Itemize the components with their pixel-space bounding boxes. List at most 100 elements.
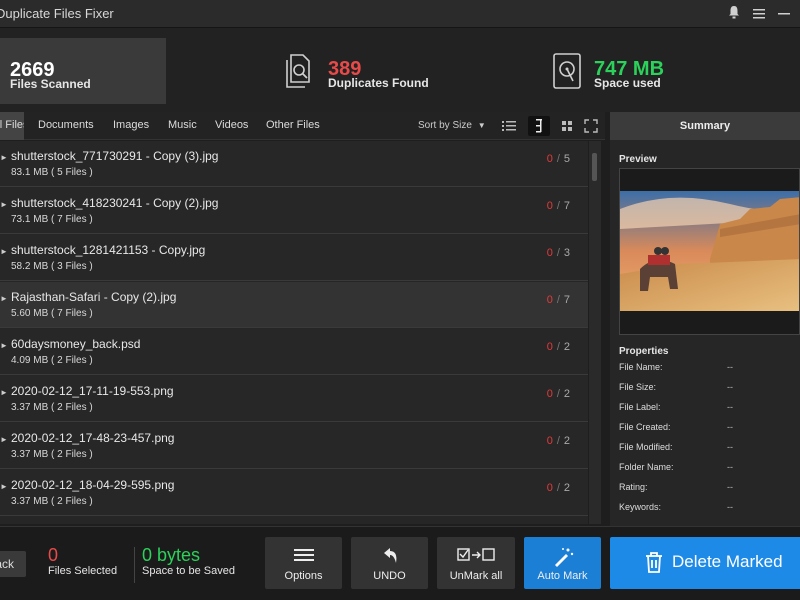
expand-arrow-icon[interactable]: ► <box>0 435 8 444</box>
unmark-all-button[interactable]: UnMark all <box>437 537 515 589</box>
property-value: -- <box>727 502 733 512</box>
property-value: -- <box>727 402 733 412</box>
property-key: File Size: <box>619 382 657 392</box>
duplicates-label: Duplicates Found <box>328 76 429 90</box>
file-name: 60daysmoney_back.psd <box>11 337 141 351</box>
summary-panel: Preview Properties File Name: -- File Si… <box>610 140 800 526</box>
property-key: File Created: <box>619 422 671 432</box>
tab-videos[interactable]: Videos <box>215 119 248 131</box>
delete-marked-label: Delete Marked <box>672 552 783 571</box>
undo-button[interactable]: UNDO <box>351 537 428 589</box>
divider <box>134 547 135 583</box>
file-group-row[interactable]: ► shutterstock_1281421153 - Copy.jpg 58.… <box>0 235 588 281</box>
file-meta: 5.60 MB ( 7 Files ) <box>11 308 93 319</box>
property-file-size: File Size: -- <box>619 382 799 396</box>
duplicate-files-icon <box>286 54 310 88</box>
expand-arrow-icon[interactable]: ► <box>0 388 8 397</box>
total-number: 7 <box>563 200 570 212</box>
file-name: Rajasthan-Safari - Copy (2).jpg <box>11 290 177 304</box>
trash-icon <box>646 552 662 573</box>
tab-other-files[interactable]: Other Files <box>266 119 320 131</box>
delete-marked-button[interactable]: Delete Marked <box>610 537 800 589</box>
expand-arrow-icon[interactable]: ► <box>0 482 8 491</box>
tab-all-files[interactable]: All Files <box>0 112 24 140</box>
file-group-row[interactable]: ► 2020-02-12_18-04-29-595.png 3.37 MB ( … <box>0 470 588 516</box>
file-name: shutterstock_1281421153 - Copy.jpg <box>11 243 206 257</box>
tab-images[interactable]: Images <box>113 119 149 131</box>
property-key: Folder Name: <box>619 462 674 472</box>
unmark-all-label: UnMark all <box>449 570 503 582</box>
file-name: 2020-02-12_17-48-23-457.png <box>11 431 175 445</box>
bell-icon[interactable] <box>724 4 744 24</box>
property-key: File Modified: <box>619 442 673 452</box>
expand-arrow-icon[interactable]: ► <box>0 294 8 303</box>
file-group-row[interactable]: ► 2020-02-12_17-11-19-553.png 3.37 MB ( … <box>0 376 588 422</box>
property-file-created: File Created: -- <box>619 422 799 436</box>
total-number: 2 <box>563 341 570 353</box>
fullscreen-icon[interactable] <box>580 116 602 136</box>
tab-music[interactable]: Music <box>168 119 197 131</box>
expand-arrow-icon[interactable]: ► <box>0 247 8 256</box>
marked-count: 0/2 <box>546 341 570 353</box>
marked-count: 0/2 <box>546 388 570 400</box>
file-name: shutterstock_418230241 - Copy (2).jpg <box>11 196 219 210</box>
title-bar: Duplicate Files Fixer <box>0 0 800 28</box>
sort-label: Sort by Size <box>418 120 472 131</box>
preview-image <box>619 168 800 335</box>
auto-mark-button[interactable]: Auto Mark <box>524 537 601 589</box>
expand-arrow-icon[interactable]: ► <box>0 153 8 162</box>
marked-count: 0/3 <box>546 247 570 259</box>
files-selected-label: Files Selected <box>48 565 118 577</box>
file-meta: 73.1 MB ( 7 Files ) <box>11 214 93 225</box>
expand-arrow-icon[interactable]: ► <box>0 341 8 350</box>
marked-count: 0/5 <box>546 153 570 165</box>
file-group-row[interactable]: ► shutterstock_418230241 - Copy (2).jpg … <box>0 188 588 234</box>
total-number: 7 <box>563 294 570 306</box>
marked-count: 0/7 <box>546 294 570 306</box>
app-title: Duplicate Files Fixer <box>0 6 114 21</box>
file-meta: 83.1 MB ( 5 Files ) <box>11 167 93 178</box>
file-group-row[interactable]: ► Rajasthan-Safari - Copy (2).jpg 5.60 M… <box>0 282 588 328</box>
property-key: Rating: <box>619 482 648 492</box>
marked-number: 0 <box>546 153 553 165</box>
file-group-row[interactable]: ► 60daysmoney_back.psd 4.09 MB ( 2 Files… <box>0 329 588 375</box>
total-number: 3 <box>563 247 570 259</box>
space-saved-value: 0 bytes <box>142 545 201 565</box>
tree-view-icon[interactable] <box>528 116 550 136</box>
total-number: 2 <box>563 435 570 447</box>
sort-dropdown[interactable]: Sort by Size ▼ <box>418 120 486 131</box>
marked-count: 0/2 <box>546 482 570 494</box>
marked-number: 0 <box>546 435 553 447</box>
tab-all-files-label: All Files <box>0 119 24 131</box>
property-folder-name: Folder Name: -- <box>619 462 799 476</box>
summary-tab[interactable]: Summary <box>610 112 800 140</box>
scrollbar-thumb[interactable] <box>592 153 597 181</box>
marked-number: 0 <box>546 200 553 212</box>
options-button[interactable]: Options <box>265 537 342 589</box>
list-view-icon[interactable] <box>498 116 520 136</box>
property-file-modified: File Modified: -- <box>619 442 799 456</box>
property-file-label: File Label: -- <box>619 402 799 416</box>
file-name: shutterstock_771730291 - Copy (3).jpg <box>11 149 219 163</box>
back-button[interactable]: Back <box>0 551 26 577</box>
list-scrollbar[interactable] <box>589 141 601 524</box>
menu-icon[interactable] <box>749 4 769 24</box>
file-group-row[interactable]: ► 2020-02-12_17-48-23-457.png 3.37 MB ( … <box>0 423 588 469</box>
stats-bar: 2669 Files Scanned 389 Duplicates Found … <box>0 28 800 112</box>
property-rating: Rating: -- <box>619 482 799 496</box>
grid-view-icon[interactable] <box>556 116 578 136</box>
total-number: 2 <box>563 388 570 400</box>
files-scanned-stat: 2669 Files Scanned <box>0 38 166 104</box>
file-meta: 3.37 MB ( 2 Files ) <box>11 402 93 413</box>
minimize-icon[interactable] <box>774 4 794 24</box>
properties-heading: Properties <box>619 346 669 357</box>
file-group-row[interactable]: ► shutterstock_771730291 - Copy (3).jpg … <box>0 141 588 187</box>
chevron-down-icon: ▼ <box>477 121 486 130</box>
marked-count: 0/2 <box>546 435 570 447</box>
file-meta: 3.37 MB ( 2 Files ) <box>11 449 93 460</box>
property-value: -- <box>727 482 733 492</box>
file-name: 2020-02-12_17-11-19-553.png <box>11 384 174 398</box>
expand-arrow-icon[interactable]: ► <box>0 200 8 209</box>
property-value: -- <box>727 362 733 372</box>
tab-documents[interactable]: Documents <box>38 119 94 131</box>
